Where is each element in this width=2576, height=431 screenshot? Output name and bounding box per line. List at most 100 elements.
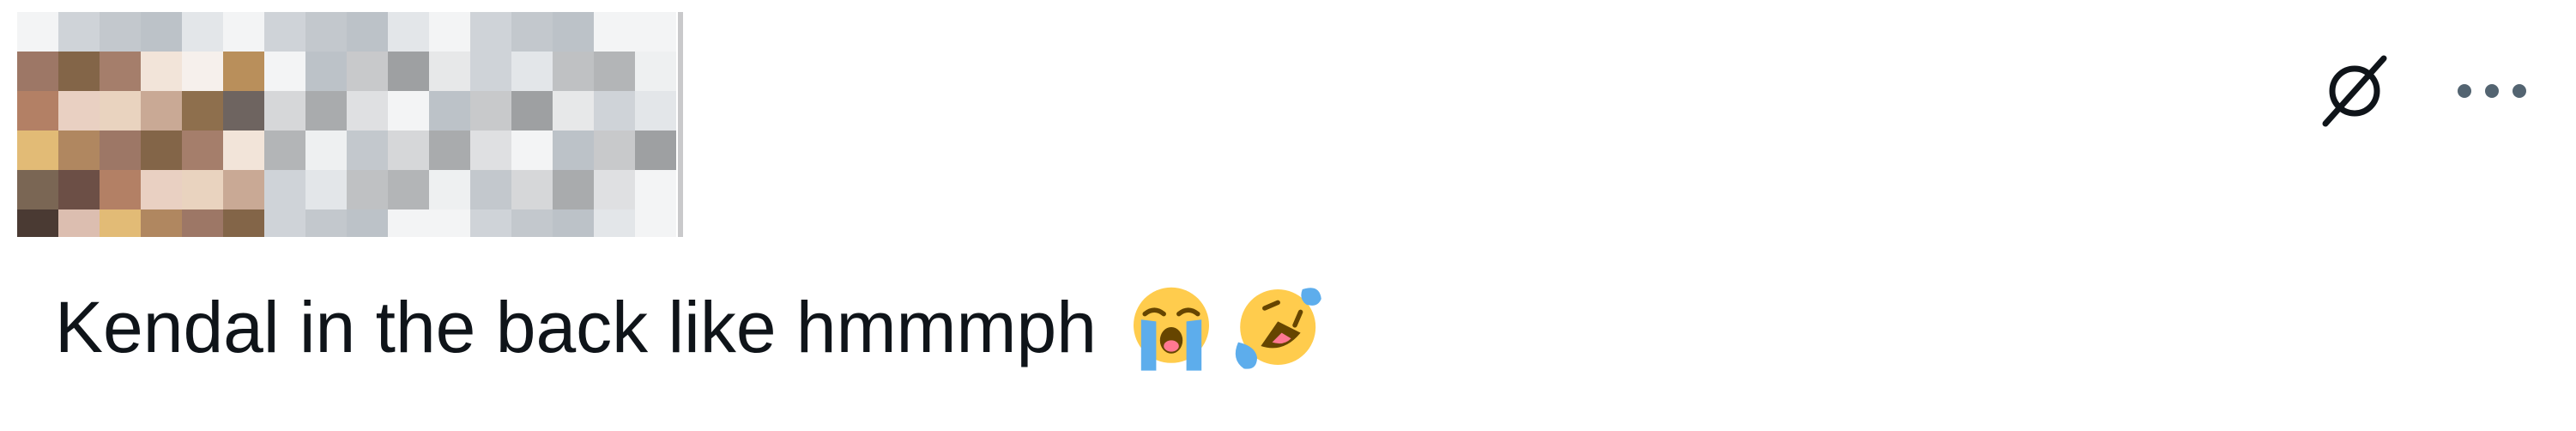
- mosaic-cell: [347, 52, 388, 91]
- mosaic-cell: [264, 52, 305, 91]
- mosaic-cell: [553, 131, 594, 170]
- mosaic-cell: [223, 12, 264, 52]
- mosaic-cell: [511, 209, 553, 237]
- mosaic-cell: [264, 170, 305, 209]
- mosaic-cell: [429, 131, 470, 170]
- mosaic-cell: [511, 12, 553, 52]
- mosaic-cell: [470, 131, 511, 170]
- mosaic-cell: [553, 52, 594, 91]
- mosaic-cell: [141, 209, 182, 237]
- mosaic-cell: [347, 91, 388, 131]
- mosaic-cell: [223, 131, 264, 170]
- mosaic-cell: [347, 12, 388, 52]
- mosaic-cell: [141, 91, 182, 131]
- mosaic-cell: [100, 91, 141, 131]
- mosaic-cell: [429, 209, 470, 237]
- mosaic-cell: [264, 209, 305, 237]
- mosaic-cell: [553, 170, 594, 209]
- mosaic-cell: [17, 209, 58, 237]
- mosaic-cell: [305, 209, 347, 237]
- mosaic-cell: [429, 12, 470, 52]
- mosaic-cell: [141, 170, 182, 209]
- slashed-circle-icon[interactable]: [2312, 48, 2398, 134]
- mosaic-cell: [17, 131, 58, 170]
- loudly-crying-face-icon: [1133, 287, 1209, 371]
- mosaic-cell: [58, 12, 100, 52]
- mosaic-cell: [100, 209, 141, 237]
- mosaic-cell: [182, 170, 223, 209]
- mosaic-cell: [182, 12, 223, 52]
- mosaic-cell: [223, 209, 264, 237]
- mosaic-cell: [182, 91, 223, 131]
- rolling-on-floor-laughing-icon: [1235, 288, 1321, 369]
- mosaic-cell: [553, 209, 594, 237]
- mosaic-cell: [511, 91, 553, 131]
- mosaic-cell: [305, 170, 347, 209]
- mosaic-cell: [635, 170, 676, 209]
- more-dots-icon[interactable]: [2449, 48, 2535, 134]
- mosaic-cell: [511, 131, 553, 170]
- post-text: Kendal in the back like hmmmph: [55, 280, 1323, 374]
- mosaic-cell: [594, 12, 635, 52]
- mosaic-cell: [594, 91, 635, 131]
- post-card: Kendal in the back like hmmmph: [0, 0, 2576, 431]
- mosaic-cell: [388, 209, 429, 237]
- mosaic-cell: [58, 131, 100, 170]
- mosaic-cell: [264, 131, 305, 170]
- mosaic-cell: [100, 52, 141, 91]
- mosaic-cell: [388, 91, 429, 131]
- mosaic-cell: [347, 170, 388, 209]
- mosaic-cell: [347, 131, 388, 170]
- mosaic-cell: [470, 209, 511, 237]
- mosaic-cell: [17, 12, 58, 52]
- mosaic-cell: [388, 12, 429, 52]
- mosaic-cell: [470, 52, 511, 91]
- mosaic-cell: [100, 170, 141, 209]
- mosaic-cell: [388, 52, 429, 91]
- mosaic-cell: [58, 209, 100, 237]
- mosaic-cell: [100, 12, 141, 52]
- mosaic-cell: [58, 52, 100, 91]
- redacted-author-header: [17, 12, 686, 237]
- mosaic-cell: [553, 12, 594, 52]
- mosaic-cell: [511, 52, 553, 91]
- mosaic-cell: [100, 131, 141, 170]
- mosaic-cell: [17, 170, 58, 209]
- mosaic-cell: [182, 52, 223, 91]
- mosaic-cell: [553, 91, 594, 131]
- mosaic-cell: [264, 91, 305, 131]
- mosaic-cell: [141, 131, 182, 170]
- mosaic-cell: [388, 131, 429, 170]
- mosaic-cell: [223, 91, 264, 131]
- mosaic-cell: [594, 52, 635, 91]
- mosaic-cell: [305, 91, 347, 131]
- mosaic-cell: [429, 91, 470, 131]
- header-divider: [678, 12, 683, 237]
- mosaic-cell: [17, 91, 58, 131]
- mosaic-cell: [58, 170, 100, 209]
- mosaic-cell: [17, 52, 58, 91]
- mosaic-cell: [635, 131, 676, 170]
- mosaic-cell: [470, 91, 511, 131]
- mosaic-cell: [305, 131, 347, 170]
- mosaic-cell: [141, 52, 182, 91]
- mosaic-cell: [511, 170, 553, 209]
- mosaic-cell: [635, 91, 676, 131]
- mosaic-cell: [594, 170, 635, 209]
- mosaic-cell: [223, 52, 264, 91]
- mosaic-cell: [429, 170, 470, 209]
- mosaic-cell: [470, 12, 511, 52]
- mosaic-cell: [347, 209, 388, 237]
- mosaic-cell: [305, 52, 347, 91]
- mosaic-cell: [594, 209, 635, 237]
- mosaic-cell: [429, 52, 470, 91]
- mosaic-cell: [635, 12, 676, 52]
- mosaic-cell: [388, 170, 429, 209]
- mosaic-cell: [470, 170, 511, 209]
- mosaic-cell: [264, 12, 305, 52]
- mosaic-cell: [635, 209, 676, 237]
- mosaic-cell: [58, 91, 100, 131]
- mosaic-cell: [182, 131, 223, 170]
- mosaic-cell: [223, 170, 264, 209]
- post-text-content: Kendal in the back like hmmmph: [55, 287, 1097, 367]
